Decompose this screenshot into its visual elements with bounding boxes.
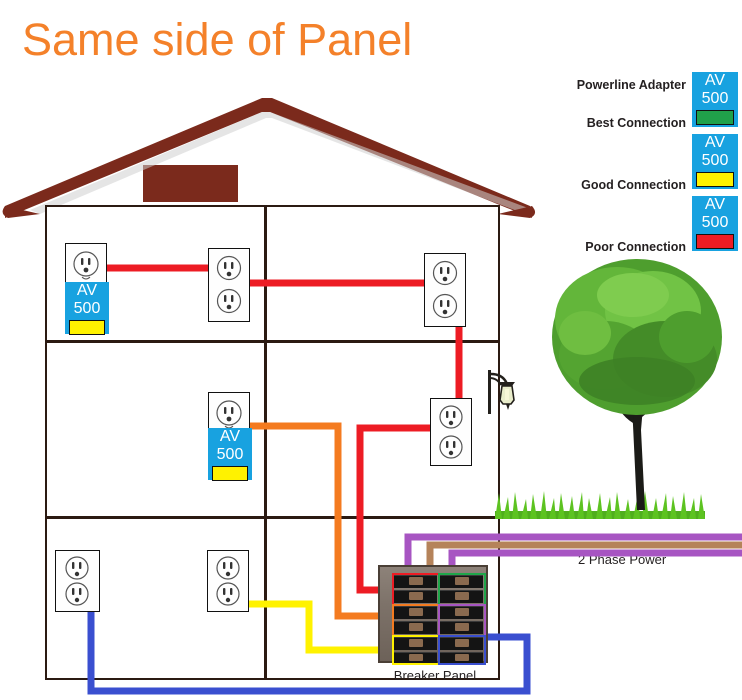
legend-label-good-connection: Good Connection	[581, 178, 686, 192]
breaker-panel-label: Breaker Panel	[393, 668, 477, 683]
legend-adapter-best[interactable]: AV 500	[692, 72, 738, 127]
legend-adapter-poor-line2: 500	[701, 214, 729, 231]
adapter-top-floor-status-bar	[69, 320, 105, 335]
breaker-group-5-7[interactable]	[392, 604, 440, 637]
interior-wall	[264, 205, 267, 680]
adapter-top-floor-line1: AV	[76, 282, 98, 299]
adapter-middle-floor[interactable]: AV 500	[208, 428, 252, 481]
legend-adapter-good-line1: AV	[704, 134, 726, 151]
outlet-middle-right[interactable]	[430, 398, 472, 466]
adapter-middle-floor-status-bar	[212, 466, 248, 481]
floor-divider-top	[45, 340, 500, 343]
outlet-bottom-mid[interactable]	[207, 550, 249, 612]
breaker-group-2-4[interactable]	[438, 573, 486, 606]
legend-status-bar-best	[696, 110, 734, 125]
legend-label-best-connection: Best Connection	[586, 116, 686, 130]
breaker-group-9-11[interactable]	[392, 635, 440, 665]
legend-adapter-best-line1: AV	[704, 72, 726, 89]
legend-adapter-poor[interactable]: AV 500	[692, 196, 738, 251]
outlet-bottom-left[interactable]	[55, 550, 100, 612]
adapter-middle-floor-line2: 500	[216, 446, 244, 463]
legend-adapter-good-line2: 500	[701, 152, 729, 169]
house-roof	[2, 98, 536, 218]
tree	[552, 259, 722, 510]
legend-adapter-good[interactable]: AV 500	[692, 134, 738, 189]
adapter-top-floor[interactable]: AV 500	[65, 282, 109, 335]
legend-status-bar-good	[696, 172, 734, 187]
legend-adapter-best-line2: 500	[701, 90, 729, 107]
outlet-top-middle[interactable]	[208, 248, 250, 322]
legend-status-bar-poor	[696, 234, 734, 249]
adapter-middle-floor-line1: AV	[219, 428, 241, 445]
page-title: Same side of Panel	[22, 14, 413, 65]
breaker-group-6-8[interactable]	[438, 604, 486, 637]
adapter-top-floor-line2: 500	[73, 300, 101, 317]
two-phase-power-label: 2 Phase Power	[578, 552, 667, 567]
legend-label-powerline-adapter: Powerline Adapter	[576, 78, 686, 92]
outlet-top-right[interactable]	[424, 253, 466, 327]
outdoor-wall-lantern-icon	[488, 370, 515, 414]
breaker-panel[interactable]	[378, 565, 488, 665]
legend-label-poor-connection: Poor Connection	[585, 240, 686, 254]
diagram-canvas: Same side of Panel AV 500 AV 500 Breaker…	[0, 0, 742, 700]
floor-divider-middle	[45, 516, 500, 519]
breaker-group-1-3[interactable]	[392, 573, 440, 606]
legend-adapter-poor-line1: AV	[704, 196, 726, 213]
breaker-group-10-12[interactable]	[438, 635, 486, 665]
